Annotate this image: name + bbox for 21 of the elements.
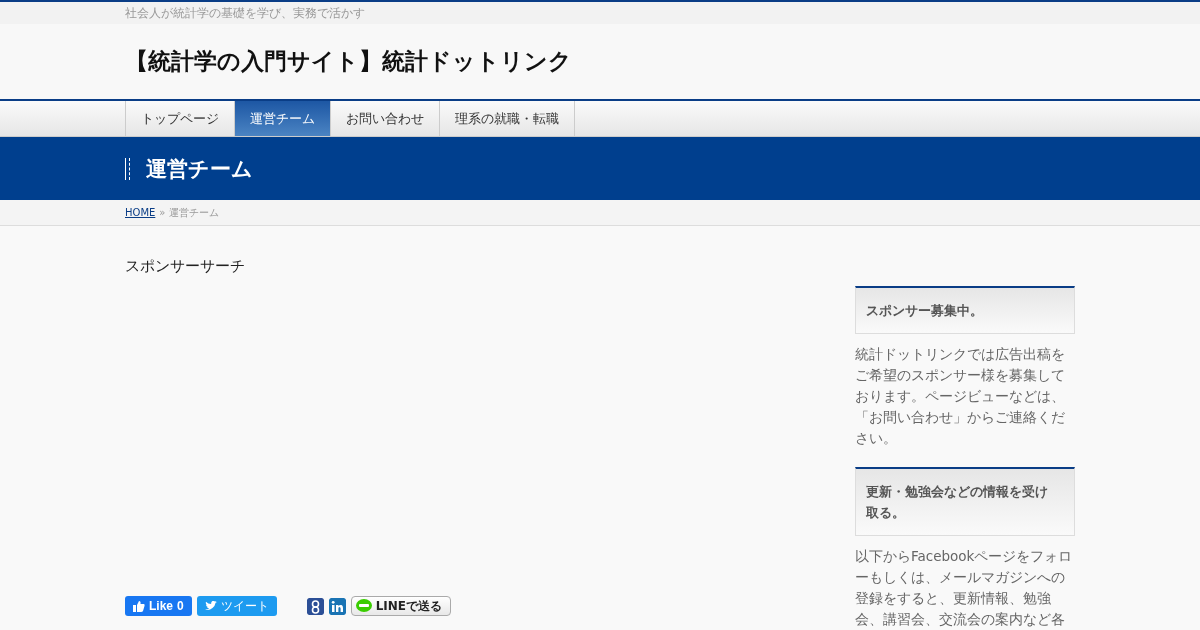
- site-tagline: 社会人が統計学の基礎を学び、実務で活かす: [125, 5, 365, 22]
- page-title: 運営チーム: [146, 155, 253, 183]
- widget-text: 統計ドットリンクでは広告出稿をご希望のスポンサー様を募集しております。ページビューなどは、「お問い合わせ」からご連絡ください。: [855, 345, 1066, 448]
- content-text: スポンサーサーチ: [125, 257, 246, 276]
- thumbs-up-icon: [133, 600, 145, 612]
- breadcrumb-home-link[interactable]: HOME: [125, 207, 156, 218]
- breadcrumb-current: 運営チーム: [169, 205, 220, 220]
- line-share-button[interactable]: LINEで送る: [350, 596, 452, 616]
- speech-bubble-icon: [355, 599, 372, 613]
- nav-tab[interactable]: 理系の就職・転職: [439, 101, 575, 136]
- nav-tab[interactable]: 運営チーム: [234, 101, 330, 136]
- bird-icon: [204, 601, 217, 611]
- widget-text: 以下からFacebookページをフォローもしくは、メールマガジンへの登録をすると、更新情報、勉強会、講習会、交流会の案内など各: [855, 547, 1074, 629]
- linkedin-share-icon[interactable]: [328, 597, 346, 615]
- breadcrumb-separator: »: [159, 207, 166, 218]
- site-title[interactable]: 【統計学の入門サイト】統計ドットリンク: [125, 46, 572, 77]
- title-bar-icon: [125, 157, 130, 180]
- widget-heading: スポンサー募集中。: [855, 286, 1075, 334]
- widget-heading: 更新・勉強会などの情報を受け取る。: [855, 467, 1075, 536]
- like-button[interactable]: Like 0: [125, 596, 192, 616]
- nav-tab[interactable]: お問い合わせ: [330, 101, 439, 136]
